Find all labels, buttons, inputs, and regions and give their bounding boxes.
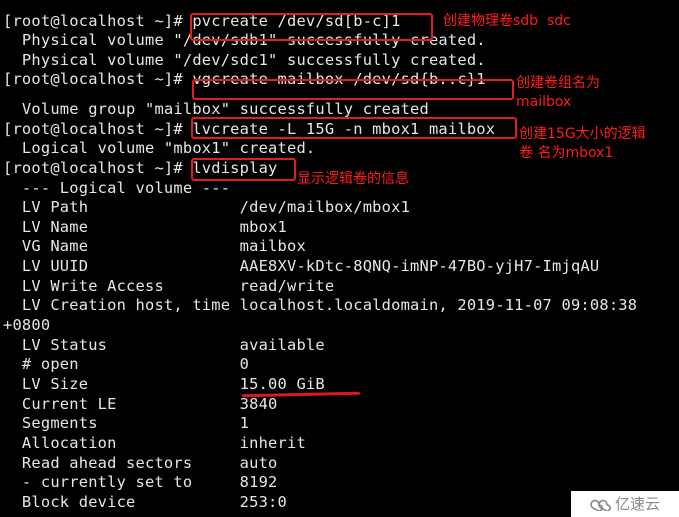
watermark: 亿速云	[571, 491, 679, 517]
terminal-line-output: Physical volume "/dev/sdc1" successfully…	[3, 51, 486, 69]
highlight-box-pvcreate	[190, 13, 433, 41]
highlight-box-lvcreate	[191, 117, 517, 139]
lv-field-currently-set: - currently set to 8192	[3, 473, 278, 491]
lv-field-creation: LV Creation host, time localhost.localdo…	[3, 296, 638, 314]
lv-field-allocation: Allocation inherit	[3, 434, 306, 452]
highlight-box-vgcreate	[192, 79, 514, 100]
cloud-logo-icon	[590, 499, 611, 511]
terminal-line-output: Volume group "mailbox" successfully crea…	[3, 100, 429, 118]
lv-field-creation-tz: +0800	[3, 316, 51, 334]
lv-field-path: LV Path /dev/mailbox/mbox1	[3, 198, 411, 216]
lv-field-status: LV Status available	[3, 336, 325, 354]
annotation-lvdisplay: 显示逻辑卷的信息	[297, 171, 409, 187]
lv-field-read-ahead: Read ahead sectors auto	[3, 454, 278, 472]
lv-field-block-device: Block device 253:0	[3, 493, 287, 511]
lv-field-segments: Segments 1	[3, 414, 250, 432]
annotation-lvcreate: 创建15G大小的逻辑 卷 名为mbox1	[519, 126, 646, 161]
annotation-vgcreate: 创建卷组名为 mailbox	[516, 75, 600, 110]
terminal-line-output: Logical volume "mbox1" created.	[3, 139, 316, 157]
lv-field-vg-name: VG Name mailbox	[3, 237, 306, 255]
terminal-window[interactable]: [root@localhost ~]# pvcreate /dev/sd[b-c…	[0, 0, 679, 517]
watermark-text: 亿速云	[614, 495, 660, 513]
lv-field-current-le: Current LE 3840	[3, 395, 278, 413]
lv-field-uuid: LV UUID AAE8XV-kDtc-8QNQ-imNP-47BO-yjH7-…	[3, 257, 600, 275]
annotation-pvcreate: 创建物理卷sdb sdc	[443, 13, 571, 29]
lv-field-write-access: LV Write Access read/write	[3, 277, 335, 295]
highlight-box-lvdisplay	[191, 158, 296, 181]
lv-field-open: # open 0	[3, 355, 250, 373]
lv-field-name: LV Name mbox1	[3, 218, 287, 236]
terminal-line-output: --- Logical volume ---	[3, 179, 231, 197]
lv-field-size: LV Size 15.00 GiB	[3, 375, 325, 393]
